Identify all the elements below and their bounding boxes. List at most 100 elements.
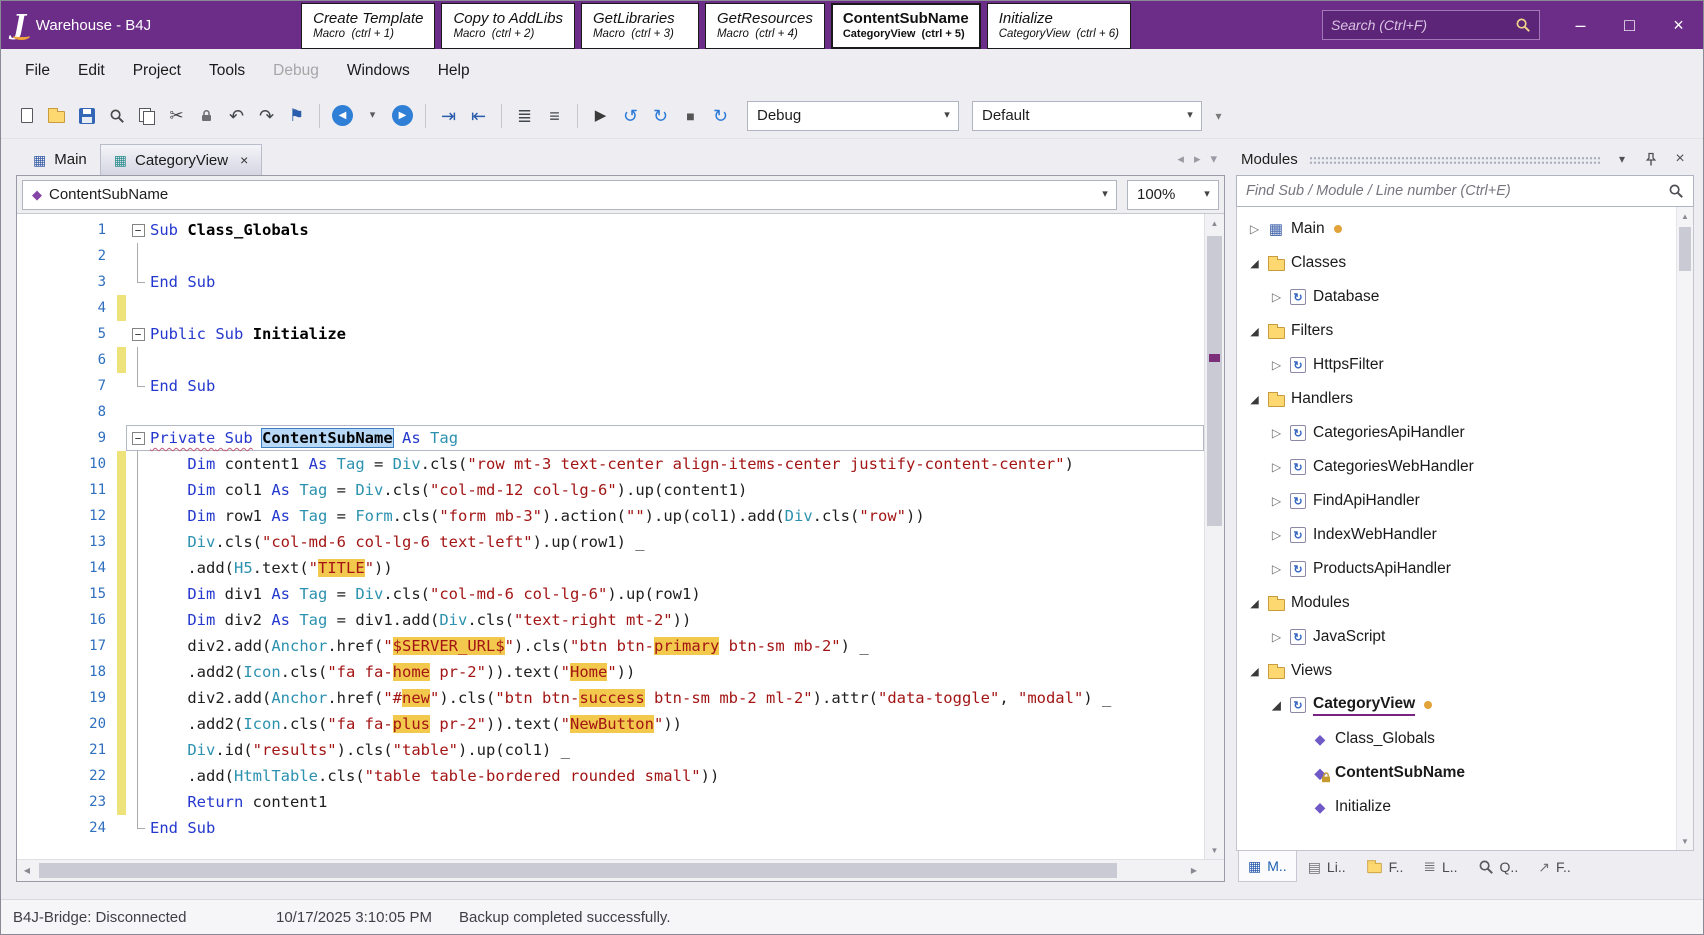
code-line[interactable]: 12 Dim row1 As Tag = Form.cls("form mb-3… <box>17 503 1204 529</box>
vertical-scrollbar-thumb[interactable] <box>1207 236 1222 526</box>
tree-scrollbar-thumb[interactable] <box>1679 227 1691 271</box>
panel-tab-logs[interactable]: ≣L.. <box>1414 851 1466 882</box>
tree-item-contentsubname[interactable]: ◆ContentSubName <box>1237 756 1676 790</box>
code-line[interactable]: 11 Dim col1 As Tag = Div.cls("col-md-12 … <box>17 477 1204 503</box>
title-search-box[interactable] <box>1322 10 1540 40</box>
comment-icon[interactable]: ≣ <box>511 102 538 129</box>
expander-icon[interactable]: ▷ <box>1267 494 1286 508</box>
tab-main[interactable]: ▦Main <box>20 144 100 175</box>
code-line[interactable]: 21 Div.id("results").cls("table").up(col… <box>17 737 1204 763</box>
lock-icon[interactable] <box>193 102 220 129</box>
horizontal-scrollbar-thumb[interactable] <box>39 863 1117 878</box>
copy-icon[interactable] <box>133 102 160 129</box>
tab-categoryview[interactable]: ▦CategoryView× <box>100 144 263 175</box>
fold-toggle-icon[interactable]: − <box>126 321 150 347</box>
expander-icon[interactable]: ◢ <box>1245 325 1264 338</box>
code-line[interactable]: 7End Sub <box>17 373 1204 399</box>
tree-item-class_globals[interactable]: ◆Class_Globals <box>1237 722 1676 756</box>
sub-selector-combobox[interactable]: ◆ ContentSubName ▾ <box>22 180 1117 210</box>
code-line[interactable]: 2 <box>17 243 1204 269</box>
panel-close-icon[interactable]: × <box>1669 148 1691 170</box>
code-line[interactable]: 6 <box>17 347 1204 373</box>
run-icon[interactable]: ▶ <box>587 102 614 129</box>
zoom-combobox[interactable]: 100% ▾ <box>1127 180 1219 210</box>
tree-item-httpsfilter[interactable]: ▷↻HttpsFilter <box>1237 348 1676 382</box>
cut-icon[interactable]: ✂ <box>163 102 190 129</box>
fold-toggle-icon[interactable]: − <box>126 425 150 451</box>
expander-icon[interactable]: ▷ <box>1267 460 1286 474</box>
expander-icon[interactable]: ◢ <box>1245 665 1264 678</box>
tree-item-categoriesapihandler[interactable]: ▷↻CategoriesApiHandler <box>1237 416 1676 450</box>
tree-item-indexwebhandler[interactable]: ▷↻IndexWebHandler <box>1237 518 1676 552</box>
scroll-up-icon[interactable]: ▲ <box>1205 214 1224 232</box>
horizontal-scrollbar[interactable]: ◀ ▶ <box>17 859 1224 881</box>
tree-item-categorieswebhandler[interactable]: ▷↻CategoriesWebHandler <box>1237 450 1676 484</box>
panel-tab-find[interactable]: ↗F.. <box>1529 851 1580 882</box>
tree-item-initialize[interactable]: ◆Initialize <box>1237 790 1676 824</box>
chevron-down-icon[interactable]: ▾ <box>1196 181 1218 209</box>
tab-close-icon[interactable]: × <box>240 153 248 167</box>
module-search-input[interactable] <box>1246 183 1662 199</box>
menu-windows[interactable]: Windows <box>333 49 424 93</box>
code-line[interactable]: 20 .add2(Icon.cls("fa fa-plus pr-2")).te… <box>17 711 1204 737</box>
outdent-icon[interactable]: ⇤ <box>465 102 492 129</box>
search-icon[interactable] <box>1668 183 1684 199</box>
scroll-down-icon[interactable]: ▼ <box>1205 841 1224 859</box>
tree-item-productsapihandler[interactable]: ▷↻ProductsApiHandler <box>1237 552 1676 586</box>
expander-icon[interactable]: ◢ <box>1245 393 1264 406</box>
open-icon[interactable] <box>43 102 70 129</box>
macro-button-5[interactable]: ContentSubNameCategoryView (ctrl + 5) <box>831 3 981 49</box>
vertical-scrollbar[interactable]: ▲ ▼ <box>1204 214 1224 859</box>
tree-item-database[interactable]: ▷↻Database <box>1237 280 1676 314</box>
code-line[interactable]: 24End Sub <box>17 815 1204 841</box>
chevron-down-icon[interactable]: ▾ <box>936 102 958 130</box>
pin-icon[interactable] <box>1640 148 1662 170</box>
build-config-combobox[interactable]: Default▾ <box>972 101 1202 131</box>
macro-button-3[interactable]: GetLibrariesMacro (ctrl + 3) <box>581 3 699 49</box>
close-button[interactable]: × <box>1654 1 1703 49</box>
tree-item-views[interactable]: ◢Views <box>1237 654 1676 688</box>
menu-edit[interactable]: Edit <box>64 49 119 93</box>
expander-icon[interactable]: ▷ <box>1267 358 1286 372</box>
tree-item-findapihandler[interactable]: ▷↻FindApiHandler <box>1237 484 1676 518</box>
code-line[interactable]: 14 .add(H5.text("TITLE")) <box>17 555 1204 581</box>
tree-item-classes[interactable]: ◢Classes <box>1237 246 1676 280</box>
panel-tab-modules[interactable]: ▦M.. <box>1238 851 1297 882</box>
expander-icon[interactable]: ▷ <box>1267 290 1286 304</box>
redo-icon[interactable]: ↷ <box>253 102 280 129</box>
scroll-left-icon[interactable]: ◀ <box>17 860 37 881</box>
save-icon[interactable] <box>73 102 100 129</box>
scroll-down-icon[interactable]: ▼ <box>1677 832 1693 850</box>
tree-item-modules[interactable]: ◢Modules <box>1237 586 1676 620</box>
expander-icon[interactable]: ▷ <box>1267 630 1286 644</box>
code-line[interactable]: 8 <box>17 399 1204 425</box>
panel-tab-files[interactable]: F.. <box>1357 851 1413 882</box>
code-line[interactable]: 10 Dim content1 As Tag = Div.cls("row mt… <box>17 451 1204 477</box>
code-line[interactable]: 16 Dim div2 As Tag = div1.add(Div.cls("t… <box>17 607 1204 633</box>
code-line[interactable]: 1−Sub Class_Globals <box>17 217 1204 243</box>
bookmark-icon[interactable]: ⚑ <box>283 102 310 129</box>
rebuild-icon[interactable]: ↻ <box>707 102 734 129</box>
code-line[interactable]: 15 Dim div1 As Tag = Div.cls("col-md-6 c… <box>17 581 1204 607</box>
horizontal-scrollbar-track[interactable] <box>37 860 1184 881</box>
stop-icon[interactable]: ■ <box>677 102 704 129</box>
expander-icon[interactable]: ◢ <box>1245 257 1264 270</box>
undo-icon[interactable]: ↶ <box>223 102 250 129</box>
macro-button-4[interactable]: GetResourcesMacro (ctrl + 4) <box>705 3 825 49</box>
macro-button-2[interactable]: Copy to AddLibsMacro (ctrl + 2) <box>441 3 575 49</box>
macro-button-6[interactable]: InitializeCategoryView (ctrl + 6) <box>987 3 1131 49</box>
expander-icon[interactable]: ▷ <box>1267 528 1286 542</box>
tree-scrollbar[interactable]: ▲ ▼ <box>1676 207 1693 850</box>
chevron-down-icon[interactable]: ▾ <box>1094 181 1116 209</box>
code-line[interactable]: 23 Return content1 <box>17 789 1204 815</box>
menu-tools[interactable]: Tools <box>195 49 259 93</box>
code-line[interactable]: 13 Div.cls("col-md-6 col-lg-6 text-left"… <box>17 529 1204 555</box>
tab-scroll-left-icon[interactable]: ◂ <box>1177 151 1184 167</box>
scroll-right-icon[interactable]: ▶ <box>1184 860 1204 881</box>
code-line[interactable]: 5−Public Sub Initialize <box>17 321 1204 347</box>
tree-item-main[interactable]: ▷▦Main <box>1237 212 1676 246</box>
debug-type-combobox[interactable]: Debug▾ <box>747 101 959 131</box>
search-icon[interactable] <box>1515 17 1531 33</box>
panel-grip[interactable] <box>1309 156 1600 165</box>
tree-item-handlers[interactable]: ◢Handlers <box>1237 382 1676 416</box>
